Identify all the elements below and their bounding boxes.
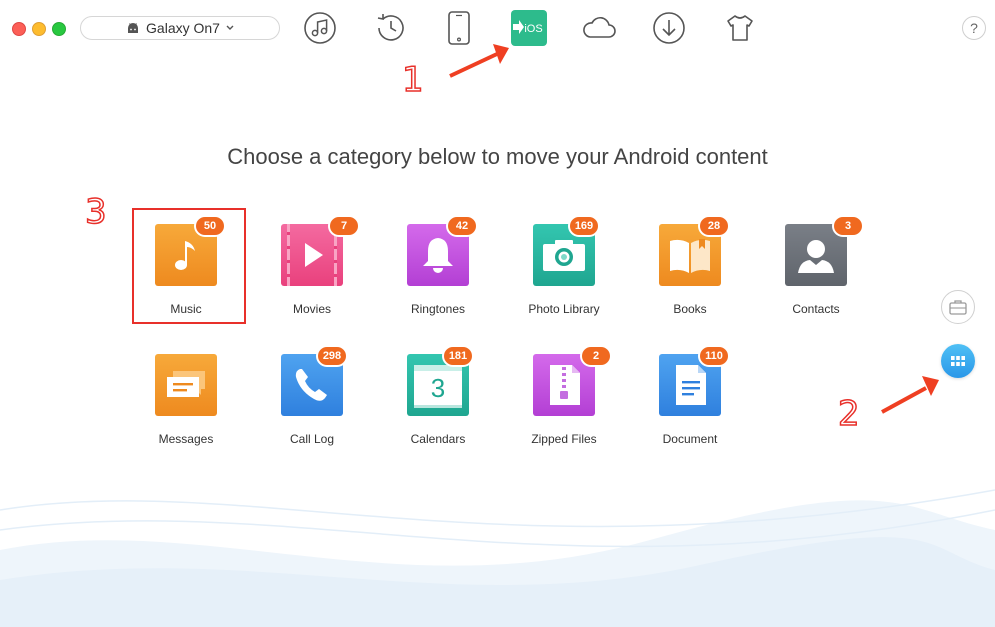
- zip-icon: [550, 365, 580, 405]
- calendar-day: 3: [431, 373, 445, 403]
- messages-tile: [155, 354, 217, 416]
- history-clock-icon: [377, 14, 404, 41]
- ios-label: iOS: [524, 23, 542, 35]
- category-photo-library[interactable]: 169 Photo Library: [504, 215, 624, 334]
- category-label: Messages: [158, 432, 214, 446]
- bell-icon: [423, 238, 453, 273]
- downloader-button[interactable]: [651, 10, 687, 46]
- device-manager-button[interactable]: [441, 10, 477, 46]
- call-log-count-badge: 298: [316, 345, 348, 367]
- music-selection-highlight: [132, 208, 246, 324]
- books-count-badge: 28: [698, 215, 730, 237]
- calendars-count-badge: 181: [442, 345, 474, 367]
- grid-icon: [951, 356, 965, 366]
- category-ringtones[interactable]: 42 Ringtones: [378, 215, 498, 334]
- zoom-window-button[interactable]: [52, 22, 66, 36]
- device-selector[interactable]: Galaxy On7: [80, 16, 280, 40]
- book-icon: [670, 239, 710, 273]
- android-to-ios-button[interactable]: iOS: [511, 10, 547, 46]
- category-label: Books: [673, 302, 707, 316]
- annotation-arrow-2: [881, 376, 939, 414]
- annotation-arrow-1: [449, 44, 509, 78]
- cloud-icon: [583, 17, 616, 38]
- message-icon: [167, 371, 205, 397]
- contact-icon: [798, 240, 834, 273]
- category-call-log[interactable]: 298 Call Log: [252, 345, 372, 464]
- tshirt-icon: [727, 15, 753, 41]
- android-icon: [128, 23, 139, 33]
- movies-count-badge: 7: [328, 215, 360, 237]
- toolkit-button[interactable]: [722, 10, 758, 46]
- ios-mover-icon: iOS: [511, 10, 547, 46]
- background-wave: [0, 489, 995, 627]
- zipped-files-count-badge: 2: [580, 345, 612, 367]
- document-icon: [676, 365, 706, 405]
- phone-icon: [448, 11, 470, 45]
- category-calendars[interactable]: 3 181 Calendars: [378, 345, 498, 464]
- category-label: Document: [662, 432, 718, 446]
- history-button[interactable]: [373, 10, 409, 46]
- help-button[interactable]: ?: [962, 16, 986, 40]
- category-label: Movies: [292, 302, 331, 316]
- contacts-count-badge: 3: [832, 215, 864, 237]
- annotation-number-3: 3: [84, 191, 107, 233]
- phone-call-icon: [295, 369, 327, 401]
- music-note-icon: [304, 12, 336, 44]
- category-contacts[interactable]: 3 Contacts: [756, 215, 876, 334]
- page-heading: Choose a category below to move your And…: [227, 144, 768, 169]
- category-label: Photo Library: [528, 302, 600, 316]
- download-icon: [653, 12, 685, 44]
- chevron-down-icon: [226, 25, 234, 30]
- category-view-button[interactable]: [941, 344, 975, 378]
- category-label: Zipped Files: [531, 432, 597, 446]
- document-count-badge: 110: [698, 345, 730, 367]
- category-label: Ringtones: [410, 302, 466, 316]
- category-zipped-files[interactable]: 2 Zipped Files: [504, 345, 624, 464]
- category-label: Call Log: [289, 432, 335, 446]
- device-name: Galaxy On7: [146, 20, 220, 36]
- annotation-number-1: 1: [401, 59, 424, 101]
- category-movies[interactable]: 7 Movies: [252, 215, 372, 334]
- photo-library-count-badge: 169: [568, 215, 600, 237]
- ringtones-count-badge: 42: [446, 215, 478, 237]
- category-label: Contacts: [792, 302, 840, 316]
- minimize-window-button[interactable]: [32, 22, 46, 36]
- music-manager-button[interactable]: [302, 10, 338, 46]
- category-document[interactable]: 110 Document: [630, 345, 750, 464]
- briefcase-icon: [949, 300, 967, 315]
- category-label: Calendars: [410, 432, 466, 446]
- icloud-button[interactable]: [581, 10, 617, 46]
- category-books[interactable]: 28 Books: [630, 215, 750, 334]
- close-window-button[interactable]: [12, 22, 26, 36]
- category-messages[interactable]: Messages: [126, 354, 246, 464]
- annotation-number-2: 2: [837, 393, 860, 435]
- briefcase-button[interactable]: [941, 290, 975, 324]
- camera-icon: [543, 240, 585, 271]
